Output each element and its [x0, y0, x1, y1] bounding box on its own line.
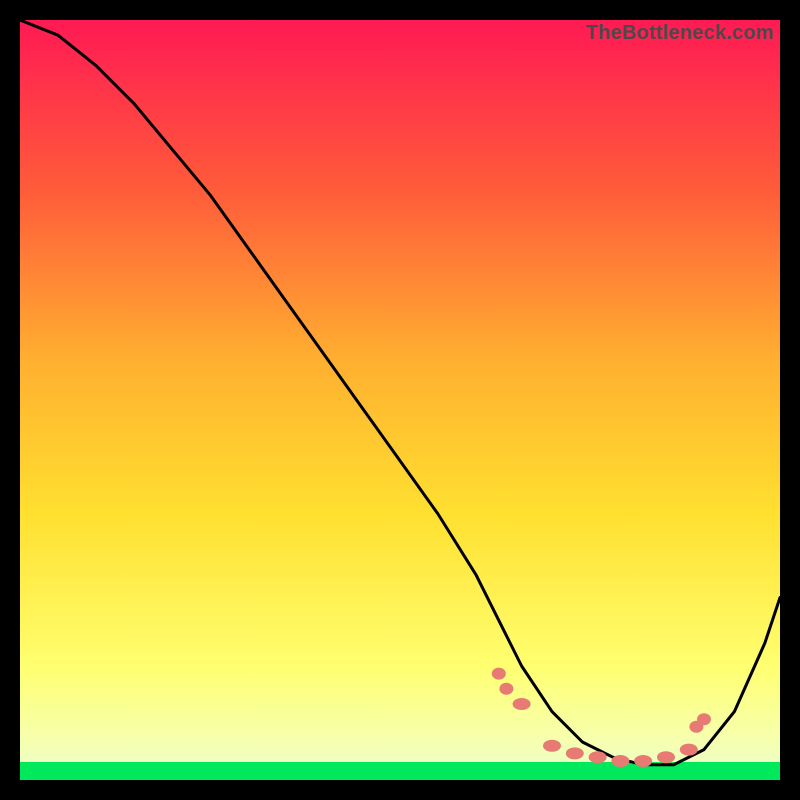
highlight-dot	[492, 668, 506, 680]
highlight-dot	[589, 751, 607, 763]
highlight-dot	[499, 683, 513, 695]
chart-frame: TheBottleneck.com	[20, 20, 780, 780]
bottleneck-chart	[20, 20, 780, 780]
highlight-dot	[566, 747, 584, 759]
highlight-dot	[513, 698, 531, 710]
highlight-dot	[634, 755, 652, 767]
gradient-background	[20, 20, 780, 780]
highlight-dot	[543, 740, 561, 752]
highlight-dot	[697, 713, 711, 725]
watermark-text: TheBottleneck.com	[586, 22, 774, 45]
highlight-dot	[657, 751, 675, 763]
highlight-dot	[611, 755, 629, 767]
highlight-dot	[680, 744, 698, 756]
